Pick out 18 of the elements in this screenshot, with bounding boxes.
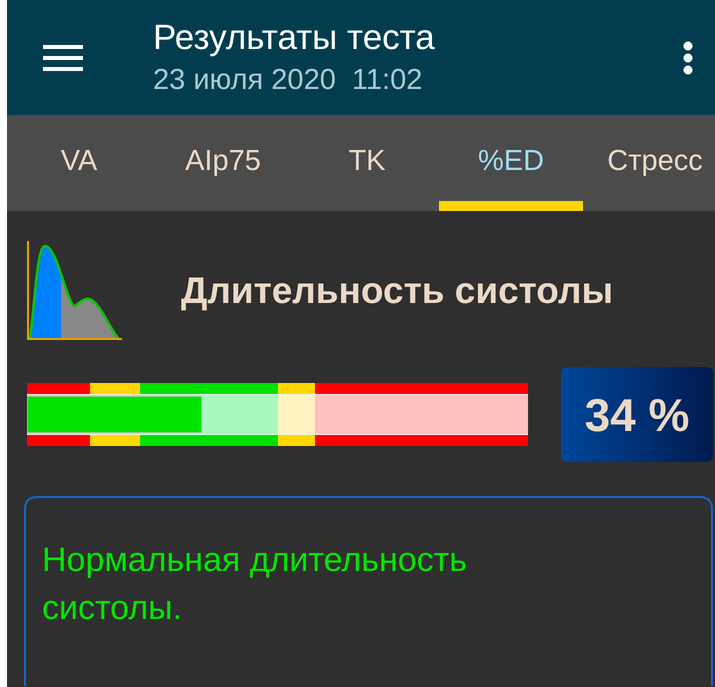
menu-icon xyxy=(43,44,83,72)
tab[interactable]: VA xyxy=(7,115,151,211)
more-button[interactable] xyxy=(683,40,693,74)
tab[interactable]: %ED xyxy=(439,115,583,211)
range-zone xyxy=(278,394,315,435)
tab[interactable]: AIp75 xyxy=(151,115,295,211)
indicator-title: Длительность систолы xyxy=(181,270,614,312)
conclusion-text: Нормальная длительность систолы. xyxy=(42,540,468,629)
value-badge: 34 % xyxy=(561,367,713,462)
test-date: 23 июля 2020 11:02 xyxy=(153,64,424,97)
more-icon xyxy=(683,40,693,74)
range-zone-stripe xyxy=(27,435,90,446)
tab[interactable]: Стресс xyxy=(583,115,715,211)
screen-title: Результаты теста xyxy=(153,18,436,58)
range-zone-stripe xyxy=(27,383,90,394)
pulse-wave-icon xyxy=(27,241,123,341)
menu-button[interactable] xyxy=(43,44,83,72)
tab[interactable]: TK xyxy=(295,115,439,211)
